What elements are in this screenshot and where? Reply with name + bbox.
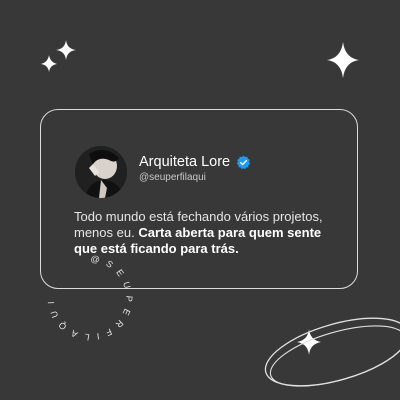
svg-text:@SEUPERFILAQUI: @SEUPERFILAQUI bbox=[46, 253, 135, 342]
profile-name[interactable]: Arquiteta Lore bbox=[139, 154, 230, 170]
profile-handle[interactable]: @seuperfilaqui bbox=[139, 172, 206, 183]
profile-name-row: Arquiteta Lore bbox=[139, 154, 251, 170]
circular-handle-text: @SEUPERFILAQUI bbox=[46, 253, 128, 342]
sparkle-icon bbox=[41, 55, 57, 72]
profile-avatar[interactable] bbox=[75, 146, 127, 198]
sparkle-icon bbox=[56, 40, 76, 60]
sparkle-icon bbox=[297, 329, 321, 355]
circular-handle-watermark: @SEUPERFILAQUI bbox=[46, 253, 135, 342]
avatar-photo bbox=[75, 146, 127, 198]
tweet-text: Todo mundo está fechando vários projetos… bbox=[74, 209, 344, 257]
decorative-ring bbox=[269, 325, 400, 387]
decorative-ring bbox=[264, 317, 400, 387]
sparkle-icon bbox=[327, 42, 359, 78]
verified-badge-icon bbox=[236, 155, 251, 169]
